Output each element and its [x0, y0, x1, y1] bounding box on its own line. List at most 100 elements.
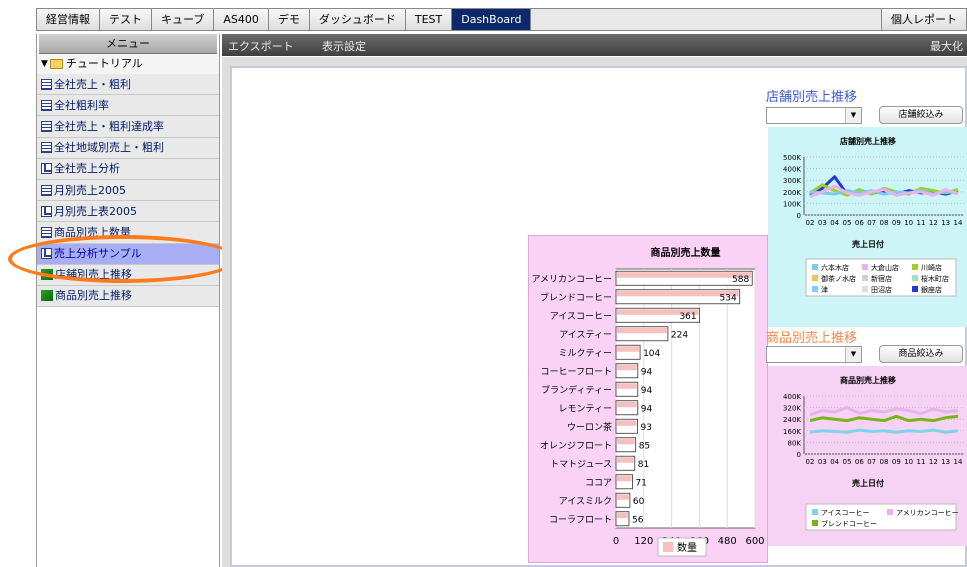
bar-highlight: [617, 346, 640, 352]
export-button[interactable]: エクスポート: [228, 38, 294, 54]
mini-chart-title: 商品別売上推移: [840, 375, 896, 385]
y-tick-label: 0: [797, 212, 801, 220]
legend-swatch: [862, 286, 868, 292]
legend-swatch: [812, 275, 818, 281]
x-axis-label: 売上日付: [852, 239, 884, 249]
x-tick-label: 09: [892, 219, 901, 227]
sidebar-item-7[interactable]: 商品別売上数量: [37, 222, 219, 244]
bar-highlight: [617, 420, 637, 426]
product-sales-trend-chart: 商品別売上推移 0 80K 160K 240K 320K 400K 02 03 04 05 06 07 0…: [783, 375, 964, 531]
sidebar-item-label: 全社売上・粗利達成率: [54, 119, 164, 133]
tab-4[interactable]: デモ: [268, 9, 310, 30]
product-select[interactable]: ▼: [766, 346, 862, 363]
category-label: コーヒーフロート: [541, 366, 612, 377]
chevron-down-icon[interactable]: ▼: [845, 108, 861, 123]
x-tick-label: 07: [867, 219, 876, 227]
x-tick-label: 12: [929, 458, 938, 466]
data-label: 60: [633, 497, 645, 507]
y-tick-label: 400K: [783, 393, 801, 401]
y-tick-label: 160K: [783, 428, 801, 436]
tab-0[interactable]: 経営情報: [37, 9, 100, 30]
x-tick-label: 0: [613, 536, 619, 547]
x-tick-label: 08: [880, 219, 889, 227]
x-tick-label: 02: [806, 458, 815, 466]
store-select[interactable]: ▼: [766, 107, 862, 124]
legend-swatch: [812, 286, 818, 292]
category-label: オレンジフロート: [540, 440, 612, 451]
bar-highlight: [617, 457, 634, 463]
x-tick-label: 07: [867, 458, 876, 466]
sidebar-item-10[interactable]: 商品別売上推移: [37, 285, 219, 308]
store-filter-button[interactable]: 店舗絞込み: [879, 106, 963, 124]
x-tick-label: 05: [843, 458, 852, 466]
sidebar-item-0[interactable]: 全社売上・粗利: [37, 74, 219, 96]
product-filter-button[interactable]: 商品絞込み: [879, 345, 963, 363]
sidebar-item-5[interactable]: 月別売上2005: [37, 179, 219, 202]
sidebar-item-9[interactable]: 店舗別売上推移: [37, 264, 219, 286]
x-tick-label: 14: [954, 458, 963, 466]
data-label: 93: [641, 423, 652, 433]
data-label: 71: [635, 478, 646, 488]
tab-personal-report[interactable]: 個人レポート: [881, 9, 966, 30]
tab-3[interactable]: AS400: [214, 9, 269, 30]
bar-highlight: [617, 383, 637, 389]
product-quantity-chart: 商品別売上数量0120240360480600アメリカンコーヒー588ブレンドコ…: [531, 246, 765, 557]
x-tick-label: 13: [941, 458, 950, 466]
legend-swatch: [812, 509, 818, 515]
legend-swatch: [812, 264, 818, 270]
legend-swatch: [912, 275, 918, 281]
legend-label: 川崎店: [921, 263, 942, 272]
store-panel-title: 店舗別売上推移: [766, 90, 858, 105]
category-label: ブレンドコーヒー: [540, 291, 612, 303]
sidebar-item-1[interactable]: 全社粗利率: [37, 95, 219, 117]
legend-label: 田沼店: [871, 285, 892, 294]
category-label: ミルクティー: [559, 348, 612, 359]
mini-chart-title: 店舗別売上推移: [840, 136, 896, 146]
display-settings-button[interactable]: 表示設定: [322, 38, 366, 54]
sidebar-item-label: 店舗別売上推移: [55, 268, 132, 282]
table-icon: [41, 99, 52, 111]
bar-highlight: [617, 327, 667, 334]
store-sales-trend-chart: 店舗別売上推移 0 100K 200K 300K 400K 500K 02 03 04 05 06 07…: [783, 136, 964, 297]
x-tick-label: 12: [929, 219, 938, 227]
category-label: アイスコーヒー: [550, 311, 612, 322]
maximize-button[interactable]: 最大化: [930, 38, 963, 54]
sidebar-item-3[interactable]: 全社地域別売上・粗利: [37, 137, 219, 159]
legend-label: アメリカンコーヒー: [896, 509, 959, 517]
data-label: 224: [671, 330, 688, 340]
chart-title: 商品別売上数量: [651, 246, 721, 259]
tab-2[interactable]: キューブ: [152, 9, 215, 30]
y-tick-label: 80K: [788, 439, 802, 447]
category-label: コーラフロート: [549, 514, 612, 525]
x-tick-label: 05: [843, 219, 852, 227]
chevron-down-icon[interactable]: ▼: [845, 347, 861, 362]
x-tick-label: 120: [634, 536, 653, 547]
tab-7[interactable]: DashBoard: [452, 9, 532, 30]
tab-1[interactable]: テスト: [100, 9, 152, 30]
y-tick-label: 500K: [783, 154, 801, 162]
y-tick-label: 400K: [783, 166, 801, 174]
store-chart-panel: 店舗別売上推移 0 100K 200K 300K 400K 500K 02 03 04 05 06 07…: [768, 127, 967, 327]
sidebar-item-4[interactable]: 全社売上分析: [37, 158, 219, 180]
sidebar-item-6[interactable]: 月別売上表2005: [37, 201, 219, 223]
data-label: 361: [679, 312, 696, 322]
tree-root-tutorial[interactable]: ▼ チュートリアル: [37, 54, 219, 74]
x-tick-label: 03: [818, 458, 827, 466]
caret-down-icon[interactable]: ▼: [41, 54, 48, 74]
table-icon: [41, 78, 52, 90]
tab-6[interactable]: TEST: [405, 9, 453, 30]
series-line: [809, 406, 959, 417]
x-tick-label: 11: [917, 219, 926, 227]
x-tick-label: 10: [904, 219, 913, 227]
legend-label: 新宿店: [871, 274, 892, 283]
x-tick-label: 04: [830, 219, 839, 227]
tab-5[interactable]: ダッシュボード: [309, 9, 406, 30]
category-label: アイスティー: [559, 329, 612, 340]
data-label: 85: [639, 441, 650, 451]
sidebar-item-8[interactable]: 売上分析サンプル: [37, 243, 219, 265]
legend-label: 津: [821, 286, 828, 294]
data-label: 94: [641, 404, 653, 414]
y-tick-label: 320K: [783, 405, 801, 413]
sidebar-item-2[interactable]: 全社売上・粗利達成率: [37, 116, 219, 138]
table-icon: [41, 142, 52, 154]
